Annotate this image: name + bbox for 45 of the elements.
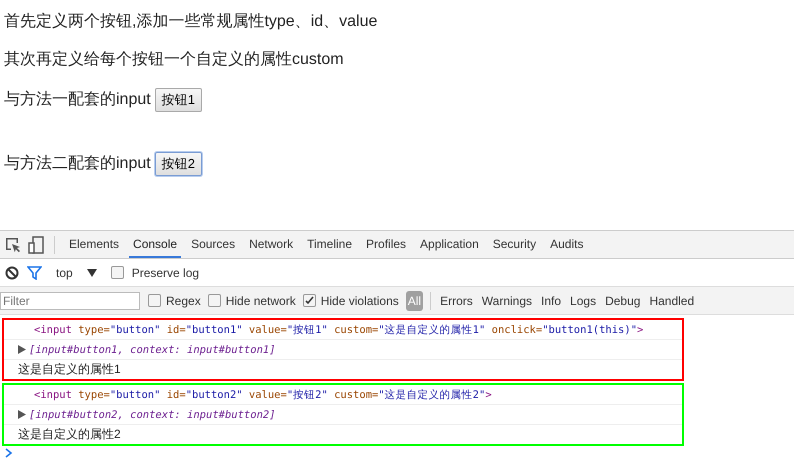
level-filter[interactable]: Logs (568, 292, 598, 310)
devtools-tab[interactable]: Sources (187, 231, 240, 258)
expand-icon[interactable] (18, 345, 26, 354)
devtools-tab[interactable]: Profiles (362, 231, 410, 258)
expand-icon[interactable] (18, 410, 26, 419)
filter-field[interactable]: Filter (0, 292, 140, 310)
devtools-tab[interactable]: Security (488, 231, 540, 258)
level-filter[interactable]: Errors (438, 292, 475, 310)
level-filter[interactable]: Warnings (480, 292, 534, 310)
checkbox[interactable] (110, 266, 124, 279)
page-button[interactable]: 按钮1 (154, 88, 202, 112)
devtools-tab[interactable]: Application (416, 231, 483, 258)
checkbox-label: Regex (166, 294, 201, 308)
context-selector[interactable]: top (56, 266, 73, 280)
clear-icon[interactable] (5, 266, 19, 280)
log-message: 这是自定义的属性2 (18, 426, 121, 443)
filter-icon[interactable] (27, 266, 42, 280)
devtools-tab[interactable]: Network (245, 231, 298, 258)
checkbox-label: Preserve log (132, 266, 200, 280)
caret-icon[interactable] (86, 268, 97, 276)
page-button[interactable]: 按钮2 (154, 152, 202, 176)
level-filter[interactable]: Info (539, 292, 564, 310)
level-filter[interactable]: Debug (603, 292, 642, 310)
paragraph: 首先定义两个按钮,添加一些常规属性type、id、value (4, 12, 378, 32)
object-preview[interactable]: [input#button1, context: input#button1] (29, 344, 276, 356)
input-label: 与方法一配套的input (4, 90, 151, 110)
devtools-tab[interactable]: Console (129, 231, 182, 258)
checkbox-label: Hide violations (320, 294, 399, 308)
devtools-tab[interactable]: Elements (65, 231, 124, 258)
object-preview[interactable]: [input#button2, context: input#button2] (29, 408, 276, 420)
checkbox-label: Hide network (226, 294, 296, 308)
prompt-icon[interactable] (5, 448, 13, 458)
element-line[interactable]: <input type="button" id="button2" value="按钮2" custom="这是自定义的属性2"> (4, 385, 682, 405)
paragraph: 其次再定义给每个按钮一个自定义的属性custom (4, 50, 345, 70)
inspect-icon[interactable] (4, 236, 22, 254)
device-icon[interactable] (28, 236, 44, 254)
log-message: 这是自定义的属性1 (18, 361, 121, 378)
input-label: 与方法二配套的input (4, 154, 151, 174)
checkbox[interactable] (148, 294, 161, 307)
devtools-tab[interactable]: Timeline (303, 231, 356, 258)
checkbox[interactable] (208, 294, 221, 307)
element-line[interactable]: <input type="button" id="button1" value="按钮1" custom="这是自定义的属性1" onclick="button1(this)"> (4, 320, 682, 340)
level-filter[interactable]: Handled (647, 292, 696, 310)
devtools-tab[interactable]: Audits (546, 231, 588, 258)
checkbox[interactable] (302, 294, 316, 307)
